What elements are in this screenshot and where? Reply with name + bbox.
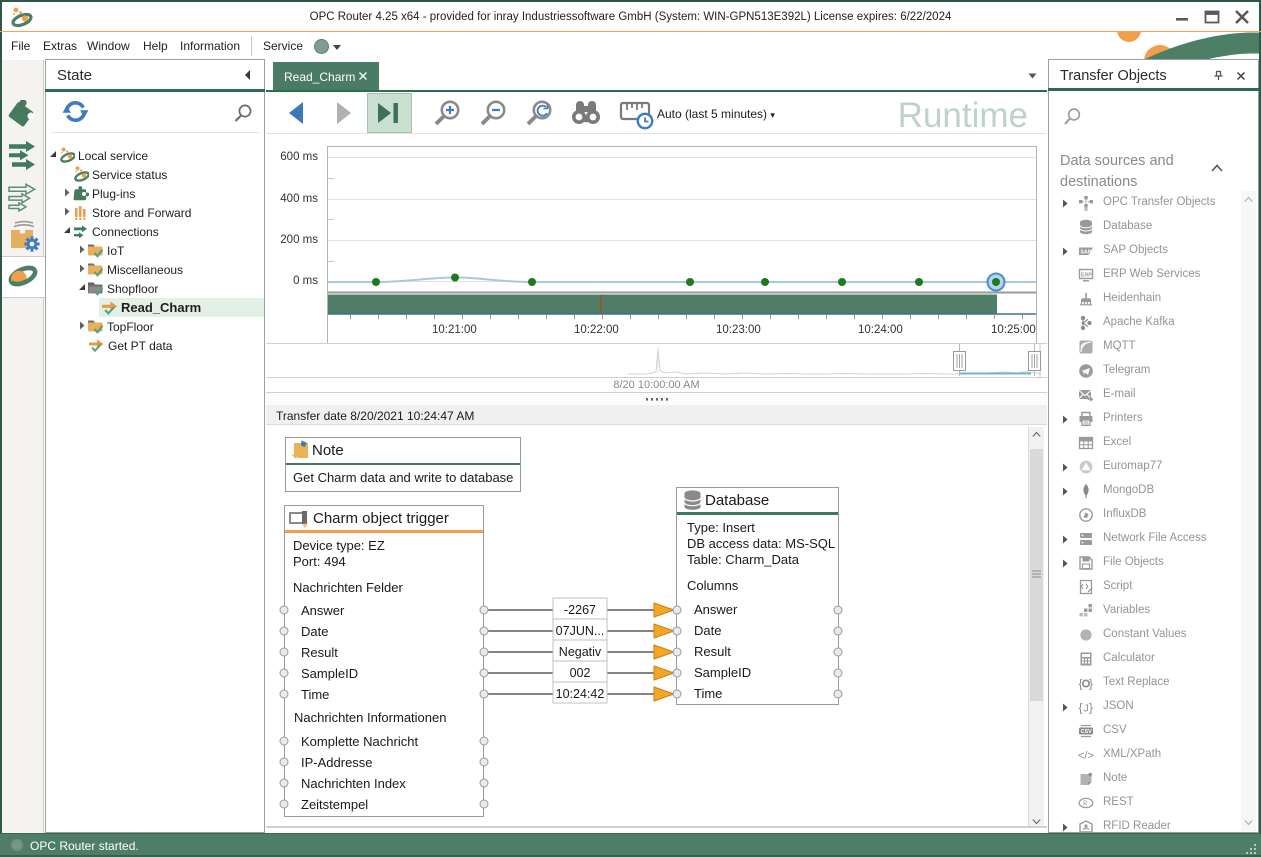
svg-text:CSV: CSV [1081,729,1092,735]
svg-text:{: { [1079,701,1083,715]
svg-text:-2267: -2267 [564,603,596,617]
svg-text:}: } [1089,677,1093,691]
svg-text:Negativ: Negativ [559,645,602,659]
svg-text:10:24:42: 10:24:42 [556,687,605,701]
svg-text:}: } [1089,701,1093,715]
svg-text:ERP: ERP [1081,273,1092,279]
svg-text:002: 002 [570,666,591,680]
svg-text:07JUN...: 07JUN... [556,624,605,638]
svg-text:SAP: SAP [1080,249,1091,255]
svg-text:{: { [1079,677,1083,691]
svg-text:</>: </> [1078,750,1094,762]
